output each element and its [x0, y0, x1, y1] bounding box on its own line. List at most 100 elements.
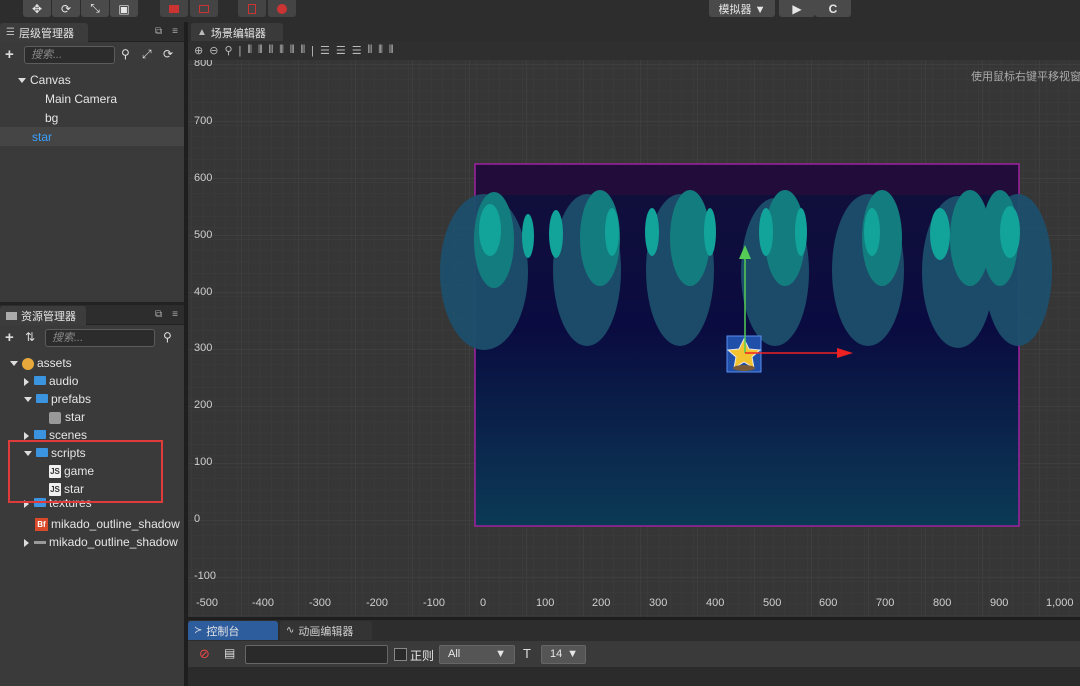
hierarchy-tabbar: ☰ 层级管理器 ⧉ ≡	[0, 22, 184, 42]
tree-item-label: star	[65, 410, 86, 424]
folder-icon	[36, 394, 48, 404]
scene-viewport[interactable]: 800 700 600 500 400 300 200 100 0 -100 -…	[188, 60, 1080, 617]
hierarchy-icon: ☰	[6, 27, 15, 38]
main-toolbar: ✥ ⟳ ⤡ ▣ 模拟器 ▼ ▶ C	[0, 0, 1080, 22]
expand-arrow-icon[interactable]	[18, 78, 26, 84]
tree-item-label: assets	[37, 356, 72, 370]
regex-checkbox[interactable]	[394, 648, 407, 661]
tree-item-star[interactable]: star	[32, 128, 52, 146]
move-tool-button[interactable]: ✥	[23, 0, 51, 17]
scale-icon: ⤡	[90, 1, 100, 15]
refresh-icon[interactable]: ⟳	[163, 47, 173, 61]
assets-search-input[interactable]: 搜索...	[45, 329, 155, 347]
expand-all-icon[interactable]: ⤢	[142, 47, 152, 62]
add-asset-button[interactable]: +	[5, 329, 14, 346]
simulator-dropdown[interactable]: 模拟器 ▼	[709, 0, 775, 17]
scene-editor-title: 场景编辑器	[210, 27, 266, 40]
clear-icon[interactable]: ⊘	[199, 646, 210, 662]
tree-item-audio[interactable]: audio	[24, 372, 78, 390]
separator: |	[311, 44, 314, 57]
search-icon[interactable]: ⚲	[163, 330, 172, 344]
refresh-icon: C	[828, 1, 838, 16]
hierarchy-panel: ☰ 层级管理器 ⧉ ≡ + 搜索... ⚲ ⤢ ⟳ Canvas Main Ca…	[0, 22, 184, 302]
collapse-arrow-icon[interactable]	[24, 377, 29, 386]
font-size-icon: T	[523, 646, 531, 661]
x-axis-label: 900	[990, 597, 1009, 609]
console-filter-input[interactable]	[245, 645, 388, 664]
tab-assets[interactable]: 资源管理器	[0, 306, 86, 325]
tree-item-prefab-star[interactable]: star	[49, 408, 85, 426]
y-axis-label: -100	[194, 570, 217, 582]
align-left-icon[interactable]: ⫴	[247, 44, 252, 57]
menu-icon[interactable]: ≡	[172, 26, 178, 37]
rotate-tool-button[interactable]: ⟳	[52, 0, 80, 17]
tree-item-main-camera[interactable]: Main Camera	[45, 90, 117, 108]
hierarchy-title: 层级管理器	[18, 27, 74, 40]
popout-icon[interactable]: ⧉	[155, 309, 162, 320]
global-coord-button[interactable]	[190, 0, 218, 17]
console-title: 控制台	[206, 625, 240, 638]
tree-item-label: bg	[45, 111, 59, 125]
popout-icon[interactable]: ⧉	[155, 26, 162, 37]
prefab-icon	[49, 411, 61, 424]
zoom-in-icon[interactable]: ⊕	[194, 44, 203, 57]
zoom-out-icon[interactable]: ⊖	[209, 44, 218, 57]
align-bottom-icon[interactable]: ☰	[352, 44, 362, 57]
tree-item-font[interactable]: mikado_outline_shadow	[24, 533, 178, 551]
log-level-select[interactable]: All ▼	[439, 645, 515, 664]
open-log-icon[interactable]: ▤	[224, 646, 235, 660]
distribute-right-icon[interactable]: ⫴	[300, 44, 305, 57]
assets-panel: 资源管理器 ⧉ ≡ + ⇅ 搜索... ⚲ assets audio prefa…	[0, 305, 184, 686]
font-icon	[34, 541, 46, 545]
tree-item-canvas[interactable]: Canvas	[18, 71, 71, 89]
collapse-arrow-icon[interactable]	[24, 431, 29, 440]
distribute-vcenter-icon[interactable]: ⫴	[378, 44, 383, 57]
distribute-bottom-icon[interactable]: ⫴	[389, 44, 394, 57]
folder-tab-icon	[6, 311, 17, 320]
align-hcenter-icon[interactable]: ⫴	[258, 44, 263, 57]
tree-item-assets[interactable]: assets	[10, 354, 72, 372]
x-axis-label: 800	[933, 597, 952, 609]
tab-animation-editor[interactable]: ∿ 动画编辑器	[280, 621, 372, 640]
distribute-top-icon[interactable]: ⫴	[368, 44, 373, 57]
x-axis-label: -200	[366, 597, 389, 609]
scale-tool-button[interactable]: ⤡	[81, 0, 109, 17]
expand-arrow-icon[interactable]	[24, 397, 32, 403]
y-axis-label: 600	[194, 172, 213, 184]
x-axis-label: 700	[876, 597, 895, 609]
tab-hierarchy[interactable]: ☰ 层级管理器	[0, 23, 88, 42]
local-pivot-button[interactable]	[160, 0, 188, 17]
font-size-select[interactable]: 14 ▼	[541, 645, 586, 664]
search-icon[interactable]: ⚲	[121, 47, 130, 61]
record-icon	[277, 3, 287, 14]
align-right-icon[interactable]: ⫴	[269, 44, 274, 57]
sort-icon[interactable]: ⇅	[25, 330, 35, 344]
refresh-button[interactable]: C	[815, 0, 851, 17]
expand-arrow-icon[interactable]	[10, 361, 18, 367]
pivot-icon	[169, 4, 179, 13]
play-button[interactable]: ▶	[779, 0, 815, 17]
zoom-reset-icon[interactable]: ⚲	[224, 44, 232, 57]
tab-console[interactable]: ≻ 控制台	[188, 621, 278, 640]
menu-icon[interactable]: ≡	[172, 309, 178, 320]
bitmap-font-icon: Bf	[35, 518, 48, 532]
align-vcenter-icon[interactable]: ☰	[336, 44, 346, 57]
hierarchy-search-input[interactable]: 搜索...	[24, 46, 115, 64]
scene-grid	[188, 60, 1080, 617]
x-axis-label: -400	[252, 597, 275, 609]
preview-button[interactable]	[238, 0, 266, 17]
record-button[interactable]	[268, 0, 296, 17]
add-node-button[interactable]: +	[5, 46, 14, 63]
tree-item-prefabs[interactable]: prefabs	[24, 390, 91, 408]
regex-label: 正则	[410, 649, 435, 663]
tab-scene-editor[interactable]: ▲ 场景编辑器	[191, 23, 283, 42]
align-top-icon[interactable]: ☰	[320, 44, 330, 57]
y-axis-label: 0	[194, 513, 201, 525]
tree-item-bg[interactable]: bg	[45, 109, 58, 127]
rect-tool-button[interactable]: ▣	[110, 0, 138, 17]
distribute-left-icon[interactable]: ⫴	[279, 44, 284, 57]
collapse-arrow-icon[interactable]	[24, 538, 29, 547]
distribute-hcenter-icon[interactable]: ⫴	[290, 44, 295, 57]
tree-item-bitmap-font[interactable]: Bf mikado_outline_shadow	[35, 515, 180, 533]
scene-icon: ▲	[197, 27, 207, 38]
